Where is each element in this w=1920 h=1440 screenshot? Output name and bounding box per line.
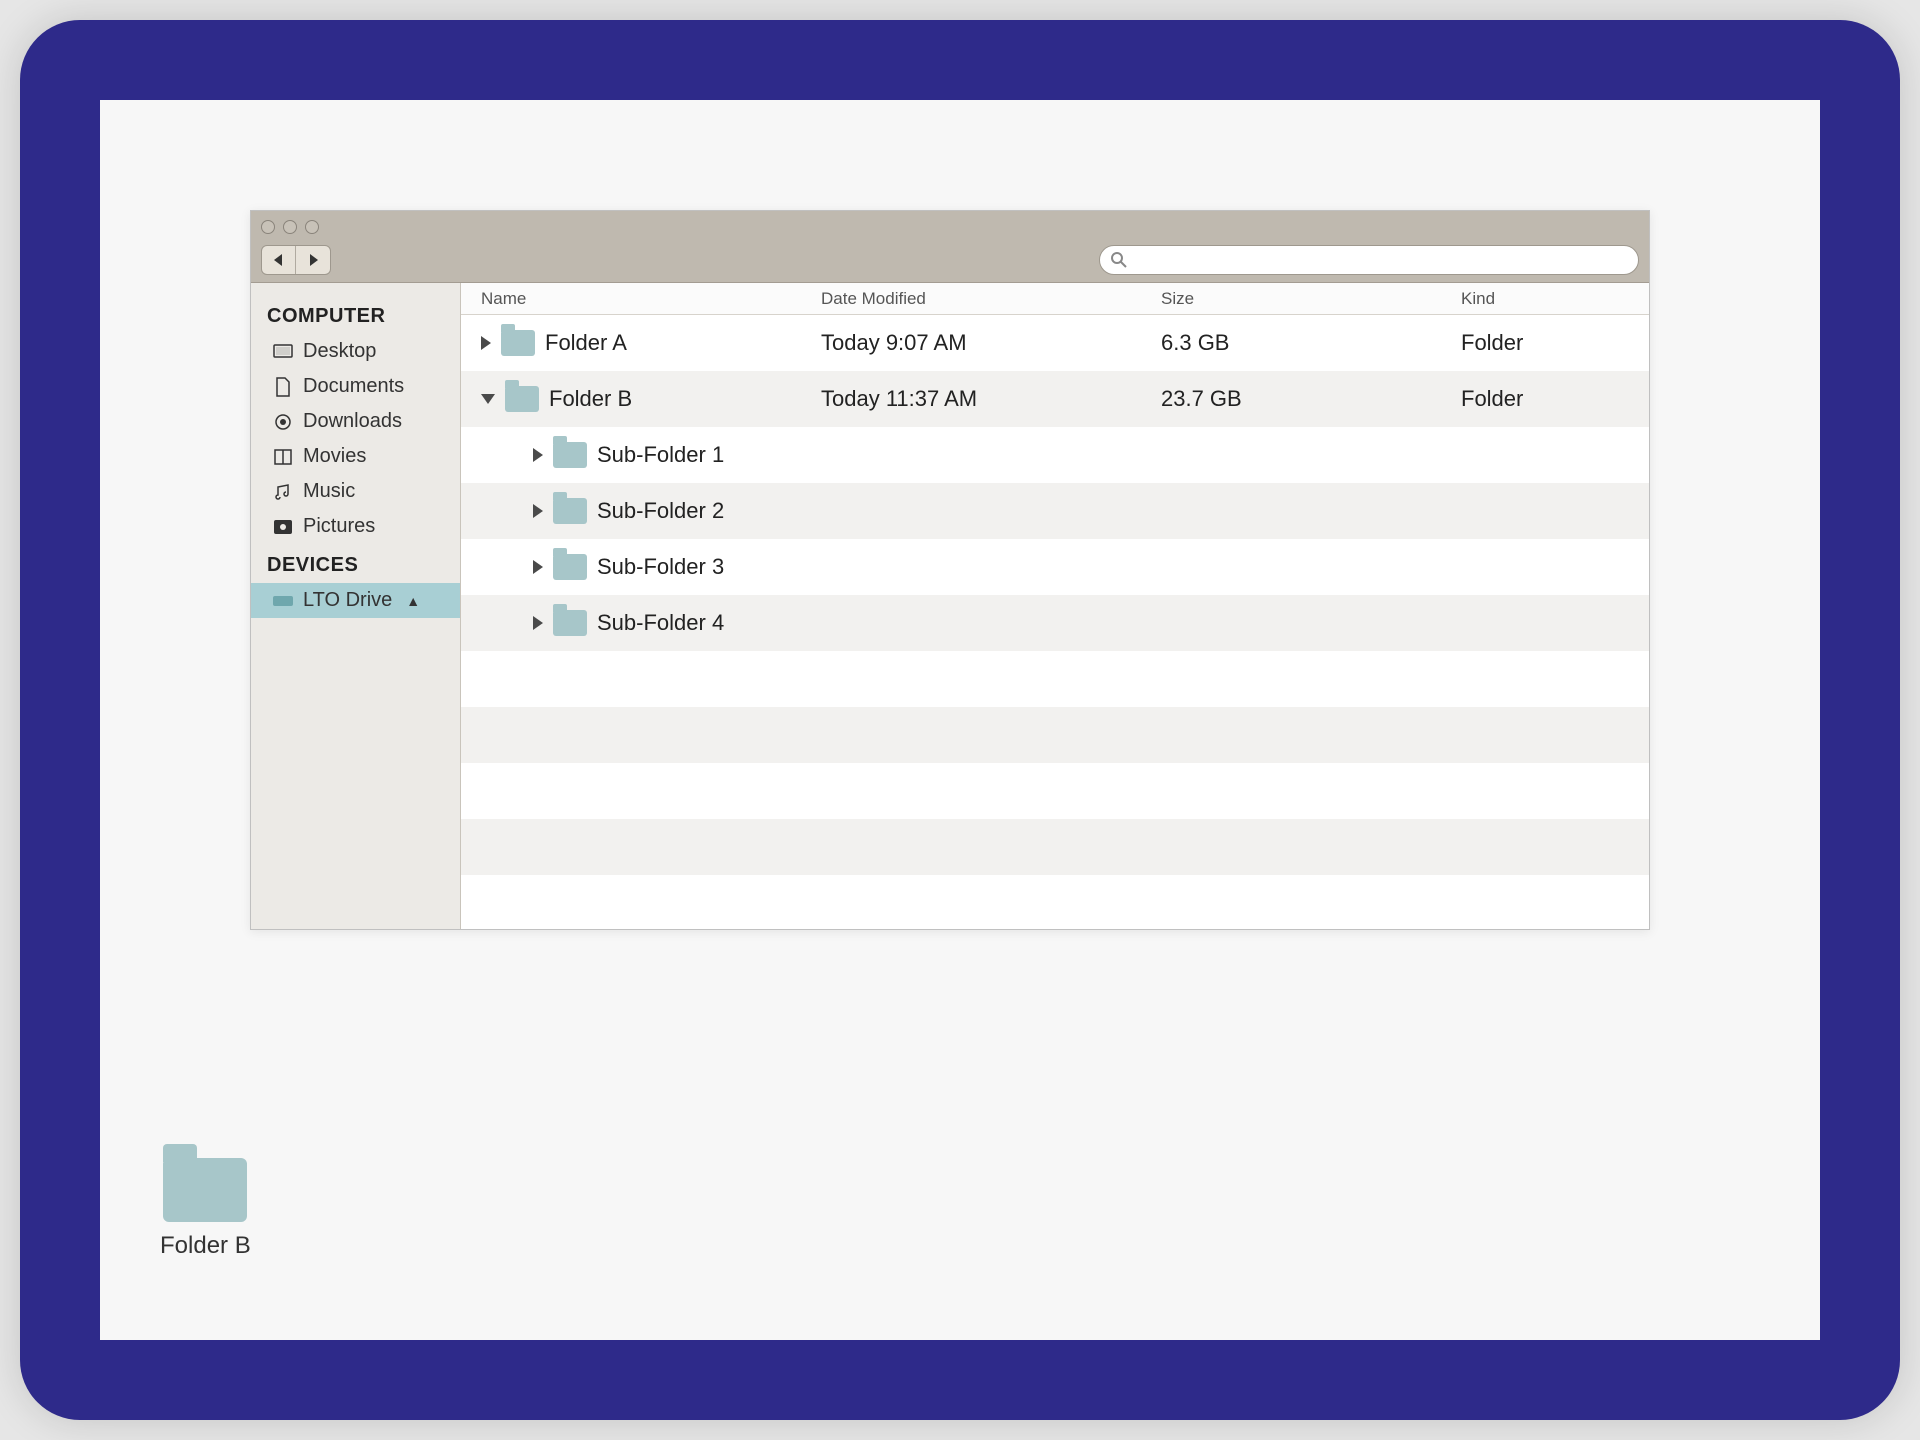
search-icon	[1110, 251, 1128, 269]
column-header-name[interactable]: Name	[461, 289, 821, 309]
column-header-kind[interactable]: Kind	[1461, 289, 1649, 309]
drive-icon	[273, 591, 293, 611]
chevron-right-icon[interactable]	[481, 336, 491, 350]
zoom-icon[interactable]	[305, 220, 319, 234]
sidebar-item-movies[interactable]: Movies	[251, 439, 460, 474]
desktop-icon	[273, 342, 293, 362]
downloads-icon	[273, 412, 293, 432]
folder-icon	[553, 554, 587, 580]
desktop-folder-label: Folder B	[160, 1232, 251, 1260]
document-icon	[273, 377, 293, 397]
row-date: Today 9:07 AM	[821, 330, 1161, 356]
table-row[interactable]: Sub-Folder 1	[461, 427, 1649, 483]
movies-icon	[273, 447, 293, 467]
sidebar-item-pictures[interactable]: Pictures	[251, 509, 460, 544]
row-kind: Folder	[1461, 386, 1649, 412]
column-headers: Name Date Modified Size Kind	[461, 283, 1649, 315]
row-kind: Folder	[1461, 330, 1649, 356]
folder-icon	[163, 1158, 247, 1222]
sidebar-item-label: LTO Drive	[303, 589, 392, 612]
sidebar: COMPUTER Desktop Documents	[251, 283, 461, 929]
row-name: Sub-Folder 2	[597, 498, 724, 524]
folder-icon	[501, 330, 535, 356]
chevron-right-icon[interactable]	[533, 448, 543, 462]
sidebar-item-lto-drive[interactable]: LTO Drive ▲	[251, 583, 460, 618]
row-name: Folder B	[549, 386, 632, 412]
sidebar-section-devices: DEVICES	[251, 544, 460, 583]
table-row[interactable]: Sub-Folder 2	[461, 483, 1649, 539]
table-row[interactable]: Sub-Folder 3	[461, 539, 1649, 595]
eject-icon[interactable]: ▲	[406, 593, 420, 609]
finder-window: COMPUTER Desktop Documents	[250, 210, 1650, 930]
file-rows: Folder AToday 9:07 AM6.3 GBFolderFolder …	[461, 315, 1649, 929]
sidebar-item-documents[interactable]: Documents	[251, 369, 460, 404]
outer-frame: COMPUTER Desktop Documents	[20, 20, 1900, 1420]
sidebar-item-desktop[interactable]: Desktop	[251, 334, 460, 369]
sidebar-item-label: Desktop	[303, 340, 376, 363]
table-row[interactable]: Folder B Today 11:37 AM23.7 GBFolder	[461, 371, 1649, 427]
chevron-right-icon[interactable]	[533, 616, 543, 630]
folder-icon	[553, 498, 587, 524]
chevron-down-icon[interactable]	[481, 394, 495, 404]
table-row[interactable]: Folder A Today 9:07 AM6.3 GBFolder	[461, 315, 1649, 371]
sidebar-section-computer: COMPUTER	[251, 295, 460, 334]
table-row-empty	[461, 707, 1649, 763]
table-row-empty	[461, 763, 1649, 819]
table-row-empty	[461, 875, 1649, 929]
sidebar-item-label: Movies	[303, 445, 366, 468]
sidebar-item-label: Music	[303, 480, 355, 503]
row-name: Sub-Folder 3	[597, 554, 724, 580]
table-row-empty	[461, 819, 1649, 875]
folder-icon	[505, 386, 539, 412]
close-icon[interactable]	[261, 220, 275, 234]
desktop-folder-folder-b[interactable]: ↖ Folder B	[160, 1158, 251, 1260]
forward-button[interactable]	[296, 246, 330, 274]
sidebar-item-music[interactable]: Music	[251, 474, 460, 509]
nav-buttons	[261, 245, 331, 275]
row-date: Today 11:37 AM	[821, 386, 1161, 412]
file-list: Name Date Modified Size Kind Folder A Tod…	[461, 283, 1649, 929]
minimize-icon[interactable]	[283, 220, 297, 234]
traffic-lights	[261, 220, 319, 234]
table-row[interactable]: Sub-Folder 4	[461, 595, 1649, 651]
row-name: Sub-Folder 1	[597, 442, 724, 468]
window-body: COMPUTER Desktop Documents	[251, 283, 1649, 929]
sidebar-item-label: Documents	[303, 375, 404, 398]
row-size: 23.7 GB	[1161, 386, 1461, 412]
search-input[interactable]	[1134, 251, 1628, 269]
sidebar-item-label: Pictures	[303, 515, 375, 538]
desktop[interactable]: COMPUTER Desktop Documents	[100, 100, 1820, 1340]
back-button[interactable]	[262, 246, 296, 274]
row-name: Folder A	[545, 330, 627, 356]
pictures-icon	[273, 517, 293, 537]
row-size: 6.3 GB	[1161, 330, 1461, 356]
column-header-size[interactable]: Size	[1161, 289, 1461, 309]
sidebar-item-label: Downloads	[303, 410, 402, 433]
chevron-right-icon[interactable]	[533, 504, 543, 518]
music-icon	[273, 482, 293, 502]
row-name: Sub-Folder 4	[597, 610, 724, 636]
chevron-right-icon[interactable]	[533, 560, 543, 574]
column-header-date[interactable]: Date Modified	[821, 289, 1161, 309]
folder-icon	[553, 442, 587, 468]
sidebar-item-downloads[interactable]: Downloads	[251, 404, 460, 439]
search-field[interactable]	[1099, 245, 1639, 275]
window-titlebar	[251, 211, 1649, 283]
table-row-empty	[461, 651, 1649, 707]
folder-icon	[553, 610, 587, 636]
